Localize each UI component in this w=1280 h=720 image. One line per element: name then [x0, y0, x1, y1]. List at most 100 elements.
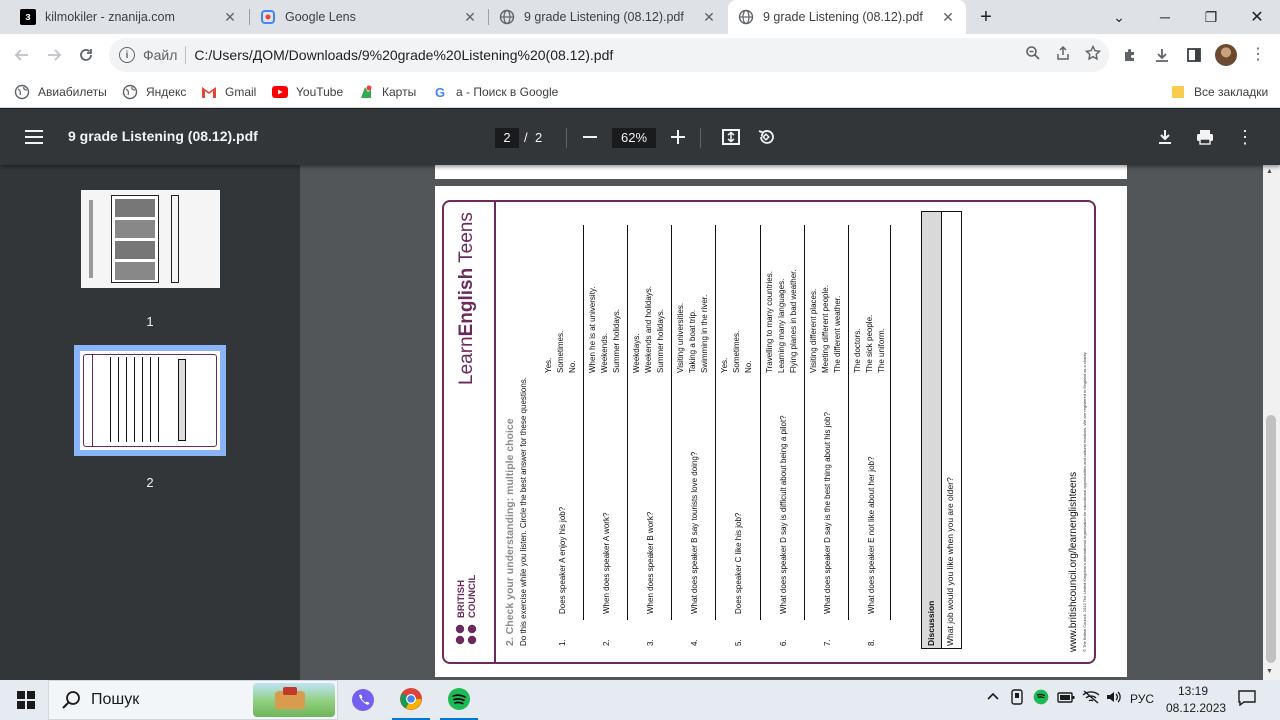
spotify-icon: [1033, 689, 1049, 705]
bookmark-gmail[interactable]: Gmail: [201, 82, 256, 102]
answer-option[interactable]: Travelling to many countries.: [765, 271, 774, 373]
close-icon[interactable]: ✕: [701, 9, 717, 26]
answer-option[interactable]: No.: [568, 361, 577, 373]
tray-device-icon[interactable]: [1010, 689, 1024, 708]
answer-option[interactable]: Weekends and holidays.: [644, 286, 653, 373]
page-thumbnail-2[interactable]: [80, 351, 220, 450]
download-button[interactable]: [1149, 121, 1181, 153]
tab-pdf-1[interactable]: 9 grade Listening (08.12).pdf ✕: [489, 0, 727, 34]
footer-url[interactable]: www.britishcouncil.org/learnenglishteens: [1068, 472, 1079, 652]
bookmark-aviabilety[interactable]: Авиабилеты: [14, 82, 107, 102]
answer-option[interactable]: Taking a boat trip.: [688, 310, 697, 373]
answer-option[interactable]: Meeting different people.: [821, 285, 830, 373]
question-number: 6.: [779, 639, 788, 646]
answer-option[interactable]: Visiting universities.: [676, 303, 685, 373]
question-text: Does speaker C like his job?: [734, 512, 743, 614]
scroll-up-arrow[interactable]: ▲: [1266, 168, 1273, 175]
answer-option[interactable]: When he is at university.: [588, 286, 597, 373]
address-bar[interactable]: i Файл C:/Users/ДОМ/Downloads/9%20grade%…: [109, 38, 1109, 72]
answer-option[interactable]: Weekends.: [600, 333, 609, 373]
taskbar-search[interactable]: Пошук: [48, 680, 338, 720]
all-bookmarks-folder[interactable]: Все закладки: [1170, 82, 1268, 102]
more-actions-button[interactable]: ⋮: [1229, 121, 1261, 153]
info-icon[interactable]: i: [119, 47, 135, 63]
tray-spotify[interactable]: [1033, 689, 1049, 708]
answer-option[interactable]: Visiting different places.: [809, 289, 818, 373]
bookmark-youtube[interactable]: YouTube: [272, 82, 343, 102]
kebab-icon: ⋮: [1236, 127, 1254, 147]
notifications-button[interactable]: [1238, 690, 1256, 709]
answer-option[interactable]: Learning many languages.: [777, 279, 786, 373]
taskbar-chrome[interactable]: [392, 680, 430, 720]
start-button[interactable]: [8, 680, 44, 720]
share-icon[interactable]: [1055, 45, 1071, 65]
answer-option[interactable]: The doctors.: [853, 329, 862, 373]
reload-button[interactable]: [70, 39, 102, 71]
answer-option[interactable]: Swimming in the river.: [700, 295, 709, 373]
tab-google-lens[interactable]: Google Lens ✕: [250, 0, 488, 34]
show-hidden-icons-button[interactable]: [986, 689, 1000, 706]
answer-option[interactable]: Yes.: [720, 358, 729, 373]
answer-option[interactable]: The sick people.: [865, 315, 874, 373]
zoom-icon[interactable]: [1025, 45, 1041, 65]
close-icon[interactable]: ✕: [462, 9, 478, 26]
answer-option[interactable]: Sometimes.: [556, 331, 565, 373]
question-text: What does speaker D say is difficult abo…: [779, 415, 788, 614]
star-icon[interactable]: [1084, 44, 1102, 65]
tray-battery[interactable]: [1057, 690, 1075, 707]
restore-button[interactable]: ❐: [1188, 0, 1234, 34]
menu-button[interactable]: ⋮: [1242, 39, 1274, 71]
globe-icon: [14, 84, 30, 100]
google-lens-icon: [260, 9, 276, 25]
side-panel-button[interactable]: [1178, 39, 1210, 71]
clock-time[interactable]: 13:19: [1178, 684, 1208, 698]
new-tab-button[interactable]: +: [970, 0, 1002, 34]
downloads-button[interactable]: [1146, 39, 1178, 71]
page-number-input[interactable]: 2: [495, 128, 519, 148]
answer-option[interactable]: Yes.: [544, 358, 553, 373]
forward-button[interactable]: [38, 39, 70, 71]
scrollbar-thumb[interactable]: [1266, 415, 1276, 663]
bookmark-yandex[interactable]: Яндекс: [122, 82, 186, 102]
fit-page-button[interactable]: [715, 121, 747, 153]
url-text[interactable]: C:/Users/ДОМ/Downloads/9%20grade%20Liste…: [194, 47, 613, 63]
answer-option[interactable]: The uniform.: [877, 328, 886, 373]
answer-option[interactable]: Sometimes.: [732, 331, 741, 373]
folder-icon: [1170, 84, 1186, 100]
tray-volume[interactable]: [1106, 690, 1122, 707]
scroll-down-arrow[interactable]: ▼: [1266, 668, 1273, 675]
print-button[interactable]: [1189, 121, 1221, 153]
answer-option[interactable]: Summer holidays.: [656, 309, 665, 373]
answer-option[interactable]: Weekdays.: [632, 334, 641, 373]
page-thumbnail-1[interactable]: [81, 190, 220, 288]
answer-option[interactable]: Summer holidays.: [612, 309, 621, 373]
close-window-button[interactable]: ✕: [1234, 0, 1280, 34]
extensions-button[interactable]: [1114, 39, 1146, 71]
taskbar-spotify[interactable]: [440, 680, 478, 720]
back-button[interactable]: [6, 39, 38, 71]
close-icon[interactable]: ✕: [940, 9, 956, 26]
minimize-button[interactable]: ─: [1142, 0, 1188, 34]
answer-option[interactable]: No.: [744, 361, 753, 373]
tab-znanija[interactable]: з kilmokiler - znanija.com ✕: [10, 0, 248, 34]
omnibox-actions: [1025, 38, 1102, 72]
tab-pdf-2-active[interactable]: 9 grade Listening (08.12).pdf ✕: [728, 0, 966, 34]
bookmark-google-search[interactable]: G а - Поиск в Google: [432, 82, 558, 102]
zoom-in-button[interactable]: [662, 121, 694, 153]
taskbar-viber[interactable]: [344, 680, 382, 720]
question-divider: [627, 225, 628, 620]
answer-option[interactable]: The different weather.: [833, 296, 842, 373]
clock-date[interactable]: 08.12.2023: [1166, 701, 1226, 715]
zoom-level-input[interactable]: 62%: [612, 128, 656, 148]
rotate-button[interactable]: [750, 121, 782, 153]
profile-button[interactable]: [1210, 39, 1242, 71]
sidebar-toggle-button[interactable]: [18, 121, 50, 153]
discussion-title: Discussion: [926, 600, 936, 646]
zoom-out-button[interactable]: [574, 121, 606, 153]
input-language[interactable]: РУС: [1130, 692, 1154, 706]
tab-search-button[interactable]: ⌄: [1096, 0, 1142, 34]
bookmark-maps[interactable]: Карты: [358, 82, 416, 102]
close-icon[interactable]: ✕: [222, 9, 238, 26]
tray-network[interactable]: [1082, 690, 1100, 707]
answer-option[interactable]: Flying planes in bad weather.: [789, 269, 798, 373]
